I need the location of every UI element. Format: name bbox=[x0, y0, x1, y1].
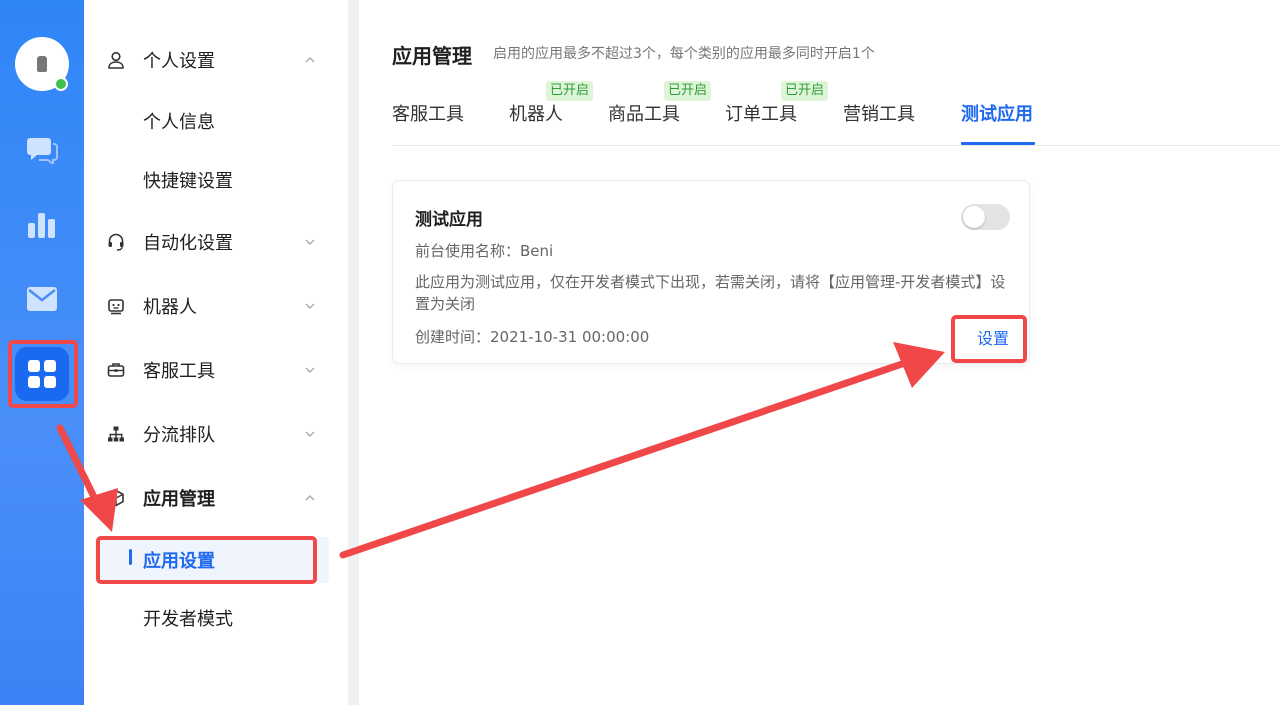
page-title: 应用管理 bbox=[392, 44, 472, 68]
chevron-up-icon bbox=[305, 495, 315, 501]
org-chart-icon bbox=[106, 424, 126, 444]
menu-item-label: 自动化设置 bbox=[143, 233, 233, 254]
submenu-item-label: 开发者模式 bbox=[143, 609, 233, 630]
briefcase-icon bbox=[106, 360, 126, 380]
menu-item-label: 客服工具 bbox=[143, 361, 215, 382]
app-card: 测试应用 前台使用名称：Beni 此应用为测试应用，仅在开发者模式下出现，若需关… bbox=[392, 180, 1030, 364]
submenu-item-developer-mode[interactable]: 开发者模式 bbox=[84, 598, 348, 638]
settings-menu: 个人设置 个人信息 快捷键设置 自动化设置 机器人 客服工具 分流排队 应用管理… bbox=[84, 0, 348, 705]
app-frontend-name: 前台使用名称：Beni bbox=[415, 242, 554, 260]
chevron-down-icon bbox=[305, 367, 315, 373]
cube-icon bbox=[106, 488, 126, 508]
avatar-figure-icon bbox=[37, 56, 47, 72]
icon-rail bbox=[0, 0, 84, 705]
tab-order-tools[interactable]: 订单工具 bbox=[725, 100, 797, 126]
app-description: 此应用为测试应用，仅在开发者模式下出现，若需关闭，请将【应用管理-开发者模式】设… bbox=[415, 273, 1006, 313]
chevron-down-icon bbox=[305, 431, 315, 437]
tab-product-tools[interactable]: 商品工具 bbox=[608, 100, 680, 126]
chat-icon[interactable] bbox=[24, 132, 60, 168]
tab-test-apps[interactable]: 测试应用 bbox=[961, 100, 1033, 126]
main-panel: 应用管理 启用的应用最多不超过3个，每个类别的应用最多同时开启1个 已开启 已开… bbox=[359, 0, 1280, 705]
menu-item-queue[interactable]: 分流排队 bbox=[84, 414, 348, 454]
annotation-box-app-settings bbox=[96, 536, 317, 584]
menu-item-robot[interactable]: 机器人 bbox=[84, 286, 348, 326]
tab-badge-robot: 已开启 bbox=[546, 81, 594, 101]
online-status-dot bbox=[54, 77, 68, 91]
submenu-item-personal-info[interactable]: 个人信息 bbox=[84, 101, 348, 141]
annotation-box-apps bbox=[8, 340, 78, 408]
submenu-item-label: 快捷键设置 bbox=[143, 171, 233, 192]
submenu-item-shortcut-settings[interactable]: 快捷键设置 bbox=[84, 160, 348, 200]
app-card-title: 测试应用 bbox=[415, 210, 483, 230]
chevron-down-icon bbox=[305, 303, 315, 309]
tab-marketing-tools[interactable]: 营销工具 bbox=[843, 100, 915, 126]
headset-icon bbox=[106, 232, 126, 252]
robot-icon bbox=[106, 296, 126, 316]
chart-icon[interactable] bbox=[24, 206, 60, 242]
menu-item-label: 应用管理 bbox=[143, 489, 215, 510]
annotation-box-settings-link bbox=[951, 315, 1027, 363]
tab-badge-product-tools: 已开启 bbox=[664, 81, 712, 101]
menu-item-label: 机器人 bbox=[143, 297, 197, 318]
menu-item-personal-settings[interactable]: 个人设置 bbox=[84, 40, 348, 80]
active-tab-underline bbox=[961, 142, 1035, 145]
menu-item-app-management[interactable]: 应用管理 bbox=[84, 478, 348, 518]
menu-item-label: 分流排队 bbox=[143, 425, 215, 446]
tab-badge-order-tools: 已开启 bbox=[781, 81, 829, 101]
menu-item-service-tools[interactable]: 客服工具 bbox=[84, 350, 348, 390]
mail-icon[interactable] bbox=[24, 281, 60, 317]
menu-item-automation[interactable]: 自动化设置 bbox=[84, 222, 348, 262]
chevron-down-icon bbox=[305, 239, 315, 245]
page-hint: 启用的应用最多不超过3个，每个类别的应用最多同时开启1个 bbox=[493, 46, 875, 62]
menu-item-label: 个人设置 bbox=[143, 51, 215, 72]
tab-service-tools[interactable]: 客服工具 bbox=[392, 100, 464, 126]
user-icon bbox=[106, 50, 126, 70]
chevron-up-icon bbox=[305, 57, 315, 63]
toggle-knob bbox=[963, 206, 985, 228]
app-enable-toggle[interactable] bbox=[961, 204, 1010, 230]
app-created-time: 创建时间：2021-10-31 00:00:00 bbox=[415, 328, 650, 346]
tab-robot[interactable]: 机器人 bbox=[509, 100, 563, 126]
submenu-item-label: 个人信息 bbox=[143, 112, 215, 133]
tabs-divider bbox=[392, 145, 1280, 146]
